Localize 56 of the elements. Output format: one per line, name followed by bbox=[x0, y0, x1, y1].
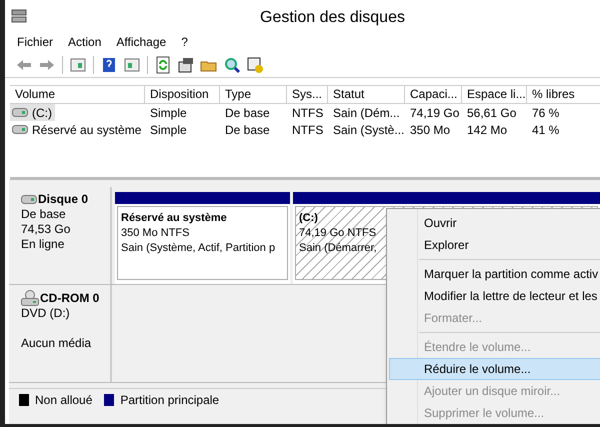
partition-info: Sain (Système, Actif, Partition p bbox=[121, 241, 276, 256]
menu-item[interactable]: Fichier bbox=[17, 33, 54, 51]
menu-option[interactable]: Ouvrir bbox=[389, 212, 600, 234]
column-header[interactable]: Disposition bbox=[145, 86, 220, 103]
table-cell-text: 350 Mo bbox=[409, 122, 450, 138]
column-header[interactable]: Sys... bbox=[287, 86, 328, 103]
drive-icon bbox=[12, 125, 28, 134]
menu-option[interactable]: Explorer bbox=[389, 234, 600, 256]
table-cell-text: De base bbox=[224, 104, 270, 122]
window-title: Gestion des disques bbox=[260, 8, 405, 28]
table-cell-text: 56,61 Go bbox=[466, 104, 516, 122]
disk-name: Disque 0 bbox=[38, 192, 88, 207]
partition-info: 350 Mo NTFS bbox=[121, 226, 190, 241]
disk-info: En ligne bbox=[21, 237, 66, 252]
app-icon bbox=[11, 8, 27, 24]
menu-option[interactable]: Réduire le volume... bbox=[389, 358, 600, 380]
table-cell-text: 76 % bbox=[531, 104, 560, 122]
partition-info: 74,19 Go NTFS bbox=[299, 226, 376, 241]
table-cell-text: NTFS bbox=[291, 122, 324, 138]
partition-block[interactable]: Réservé au système 350 Mo NTFS Sain (Système, Actif, Partition p bbox=[115, 192, 290, 284]
partition-name: Réservé au système bbox=[121, 211, 227, 226]
menu-option[interactable]: Marquer la partition comme activ bbox=[389, 263, 600, 285]
partition-info: Sain (Démarrer, bbox=[299, 241, 377, 256]
table-cell-text: 41 % bbox=[531, 122, 560, 138]
disk-info: Aucun média bbox=[21, 336, 92, 351]
menu-item[interactable]: ? bbox=[181, 33, 188, 51]
cd-drive-icon bbox=[21, 290, 39, 306]
column-header[interactable]: Type bbox=[220, 86, 287, 103]
table-cell-text: NTFS bbox=[291, 104, 324, 122]
drive-icon bbox=[21, 195, 37, 204]
menu-item[interactable]: Affichage bbox=[116, 33, 166, 51]
table-cell-text: Sain (Systè... bbox=[332, 122, 404, 138]
table-cell-text: Réservé au système bbox=[32, 122, 142, 138]
partition-name: (C:) bbox=[299, 211, 318, 226]
table-cell-text: 142 Mo bbox=[466, 122, 508, 138]
table-cell-text: 74,19 Go bbox=[409, 104, 460, 122]
drive-icon bbox=[12, 108, 28, 117]
disk-name: CD-ROM 0 bbox=[40, 290, 100, 306]
menu-option[interactable]: Modifier la lettre de lecteur et les bbox=[389, 285, 600, 307]
disk-info: DVD (D:) bbox=[21, 306, 71, 321]
table-cell-text: De base bbox=[224, 122, 270, 138]
disk-info: De base bbox=[21, 207, 67, 222]
table-cell-text: Simple bbox=[149, 122, 187, 138]
column-header[interactable]: Espace li... bbox=[462, 86, 527, 103]
column-header[interactable]: Volume bbox=[10, 86, 145, 103]
column-header[interactable]: Capaci... bbox=[405, 86, 462, 103]
table-cell-text: Sain (Dém... bbox=[332, 104, 400, 122]
disk-info: 74,53 Go bbox=[21, 222, 72, 237]
column-header[interactable]: % libres bbox=[527, 86, 600, 103]
legend-label: Non alloué bbox=[35, 392, 92, 408]
legend-label: Partition principale bbox=[120, 392, 220, 408]
row-highlight[interactable]: (C:) bbox=[10, 104, 55, 122]
table-cell-text: Simple bbox=[149, 104, 187, 122]
menu-item[interactable]: Action bbox=[68, 33, 102, 51]
table-cell-text: (C:) bbox=[32, 104, 52, 122]
column-header[interactable]: Statut bbox=[328, 86, 405, 103]
